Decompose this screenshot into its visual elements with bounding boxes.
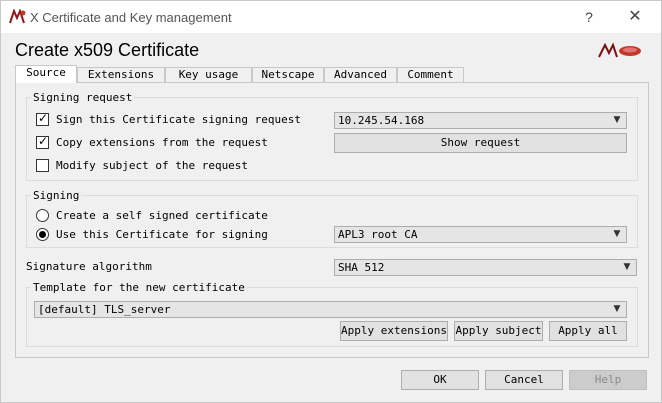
chevron-down-icon: ▼ — [613, 304, 621, 314]
template-select[interactable]: [default] TLS_server ▼ — [34, 301, 627, 318]
sign-csr-checkbox[interactable]: ✓ — [36, 111, 49, 126]
use-cert-row[interactable]: Use this Certificate for signing — [36, 228, 326, 244]
ok-button[interactable]: OK — [401, 370, 479, 390]
ca-select-value: APL3 root CA — [338, 228, 418, 241]
cancel-button[interactable]: Cancel — [485, 370, 563, 390]
signature-algorithm-select[interactable]: SHA 512 ▼ — [334, 259, 637, 276]
tab-key-usage[interactable]: Key usage — [165, 67, 252, 82]
apply-all-button[interactable]: Apply all — [549, 321, 627, 341]
help-icon[interactable]: ? — [579, 7, 599, 27]
app-icon — [9, 9, 26, 24]
copy-ext-checkbox[interactable]: ✓ — [36, 134, 49, 149]
ca-select[interactable]: APL3 root CA ▼ — [334, 226, 627, 243]
self-signed-radio[interactable] — [36, 209, 49, 222]
page-title: Create x509 Certificate — [15, 40, 200, 60]
tab-comment[interactable]: Comment — [397, 67, 464, 82]
use-cert-label: Use this Certificate for signing — [56, 228, 268, 241]
self-signed-row[interactable]: Create a self signed certificate — [36, 209, 326, 225]
modify-subject-checkbox[interactable] — [36, 159, 49, 172]
dialog-window: X Certificate and Key management ? ✕ Cre… — [0, 0, 662, 403]
copy-ext-row[interactable]: ✓ Copy extensions from the request — [36, 134, 326, 152]
signing-title: Signing — [33, 189, 80, 202]
radio-selected-dot — [39, 231, 46, 238]
modify-subject-label: Modify subject of the request — [56, 159, 249, 172]
chevron-down-icon: ▼ — [623, 262, 631, 272]
signing-request-title: Signing request — [33, 91, 133, 104]
xca-logo — [598, 42, 641, 58]
modify-subject-row[interactable]: Modify subject of the request — [36, 159, 326, 175]
tab-netscape[interactable]: Netscape — [252, 67, 324, 82]
template-title: Template for the new certificate — [33, 281, 245, 294]
tab-source[interactable]: Source — [15, 65, 77, 83]
sign-csr-label: Sign this Certificate signing request — [56, 113, 302, 126]
title-bar: X Certificate and Key management ? ✕ — [1, 1, 661, 33]
tab-advanced[interactable]: Advanced — [324, 67, 397, 82]
help-button[interactable]: Help — [569, 370, 647, 390]
signature-algorithm-label: Signature algorithm — [26, 260, 152, 273]
self-signed-label: Create a self signed certificate — [56, 209, 268, 222]
apply-subject-button[interactable]: Apply subject — [454, 321, 543, 341]
sign-csr-row[interactable]: ✓ Sign this Certificate signing request — [36, 111, 326, 129]
csr-select[interactable]: 10.245.54.168 ▼ — [334, 112, 627, 129]
close-icon[interactable]: ✕ — [625, 7, 645, 27]
use-cert-radio[interactable] — [36, 228, 49, 241]
tab-extensions[interactable]: Extensions — [77, 67, 165, 82]
chevron-down-icon: ▼ — [613, 115, 621, 125]
check-icon: ✓ — [38, 111, 49, 125]
check-icon: ✓ — [38, 134, 49, 148]
copy-ext-label: Copy extensions from the request — [56, 136, 268, 149]
csr-select-value: 10.245.54.168 — [338, 114, 425, 127]
source-tab-panel: Signing request ✓ Sign this Certificate … — [15, 82, 649, 358]
window-title: X Certificate and Key management — [30, 10, 232, 25]
chevron-down-icon: ▼ — [613, 229, 621, 239]
signature-algorithm-value: SHA 512 — [338, 261, 385, 274]
show-request-button[interactable]: Show request — [334, 133, 627, 153]
template-select-value: [default] TLS_server — [38, 303, 171, 316]
apply-extensions-button[interactable]: Apply extensions — [340, 321, 448, 341]
